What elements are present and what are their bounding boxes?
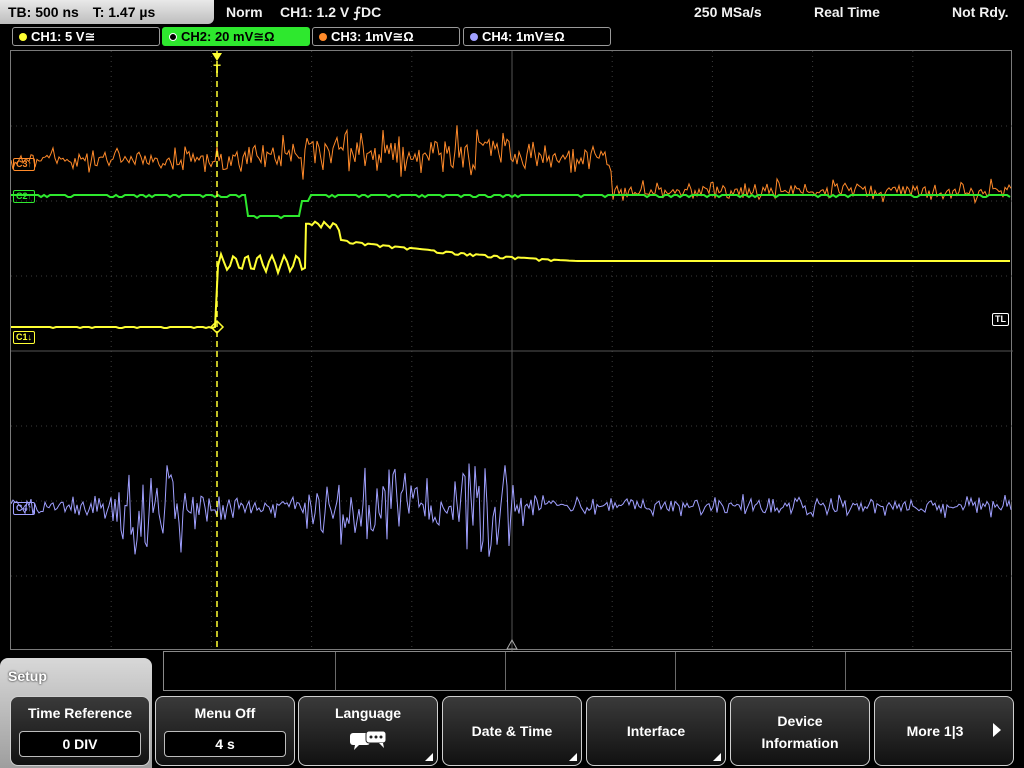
channel-2-button[interactable]: CH2: 20 mV≅Ω [162,27,310,46]
trigger-level-marker[interactable]: TL [992,313,1009,326]
menu-title: Setup [8,668,47,684]
interface-label: Interface [626,723,686,739]
channel-2-label: CH2: 20 mV≅Ω [181,29,275,44]
channel-2-trace [11,193,1011,220]
language-softkey[interactable]: Language [298,696,438,766]
channel-bar: CH1: 5 V≅ CH2: 20 mV≅Ω CH3: 1mV≅Ω CH4: 1… [0,26,1024,48]
acquisition-status: Not Rdy. [952,4,1009,20]
status-bar: TB: 500 ns T: 1.47 µs Norm CH1: 1.2 V ⨍D… [0,0,1024,24]
speech-bubbles-icon [350,730,387,750]
submenu-corner-icon [569,753,577,761]
acquisition-mode: Real Time [814,4,880,20]
arrow-right-icon [993,723,1001,737]
channel-2-level-marker[interactable]: C2↑ [13,190,36,203]
submenu-corner-icon [425,753,433,761]
time-reference-softkey[interactable]: Time Reference 0 DIV [10,696,150,766]
trigger-mode[interactable]: Norm [226,0,263,24]
trigger-time-value: T: 1.47 µs [92,4,156,20]
channel-4-trace [11,463,1012,557]
menu-off-value: 4 s [164,731,286,757]
menu-off-softkey[interactable]: Menu Off 4 s [155,696,295,766]
language-label: Language [334,705,402,721]
date-time-softkey[interactable]: Date & Time [442,696,582,766]
waveform-canvas: T [11,51,1013,651]
channel-1-dot-icon [19,33,27,41]
timebase-box[interactable]: TB: 500 ns T: 1.47 µs [0,0,214,24]
menu-subpanel [163,651,1012,691]
sample-rate: 250 MSa/s [694,4,762,20]
interface-softkey[interactable]: Interface [586,696,726,766]
date-time-label: Date & Time [471,723,553,739]
channel-4-dot-icon [470,33,478,41]
channel-3-dot-icon [319,33,327,41]
channel-3-label: CH3: 1mV≅Ω [331,29,414,44]
device-information-softkey[interactable]: Device Information [730,696,870,766]
submenu-corner-icon [713,753,721,761]
trigger-source[interactable]: CH1: 1.2 V ⨍DC [280,0,381,24]
channel-4-label: CH4: 1mV≅Ω [482,29,565,44]
more-softkey[interactable]: More 1|3 [874,696,1014,766]
channel-3-level-marker[interactable]: C3↑ [13,158,36,171]
channel-1-level-marker[interactable]: C1↓ [13,331,36,344]
channel-4-button[interactable]: CH4: 1mV≅Ω [463,27,611,46]
channel-1-label: CH1: 5 V≅ [31,29,96,44]
time-reference-value: 0 DIV [19,731,141,757]
trigger-position-marker-icon [212,53,222,61]
channel-2-dot-icon [169,33,177,41]
menu-off-label: Menu Off [194,705,256,721]
channel-3-trace [11,125,1012,205]
channel-3-button[interactable]: CH3: 1mV≅Ω [312,27,460,46]
channel-4-level-marker[interactable]: C4↑ [13,502,36,515]
timebase-value: TB: 500 ns [8,4,79,20]
device-info-line2: Information [761,735,839,751]
device-info-line1: Device [777,713,823,729]
channel-1-button[interactable]: CH1: 5 V≅ [12,27,160,46]
trigger-label: T [213,62,221,76]
time-reference-label: Time Reference [27,705,132,721]
channel-1-trace [11,220,1010,330]
waveform-display[interactable]: T C3↑ C2↑ C1↓ C4↑ TL [10,50,1013,651]
